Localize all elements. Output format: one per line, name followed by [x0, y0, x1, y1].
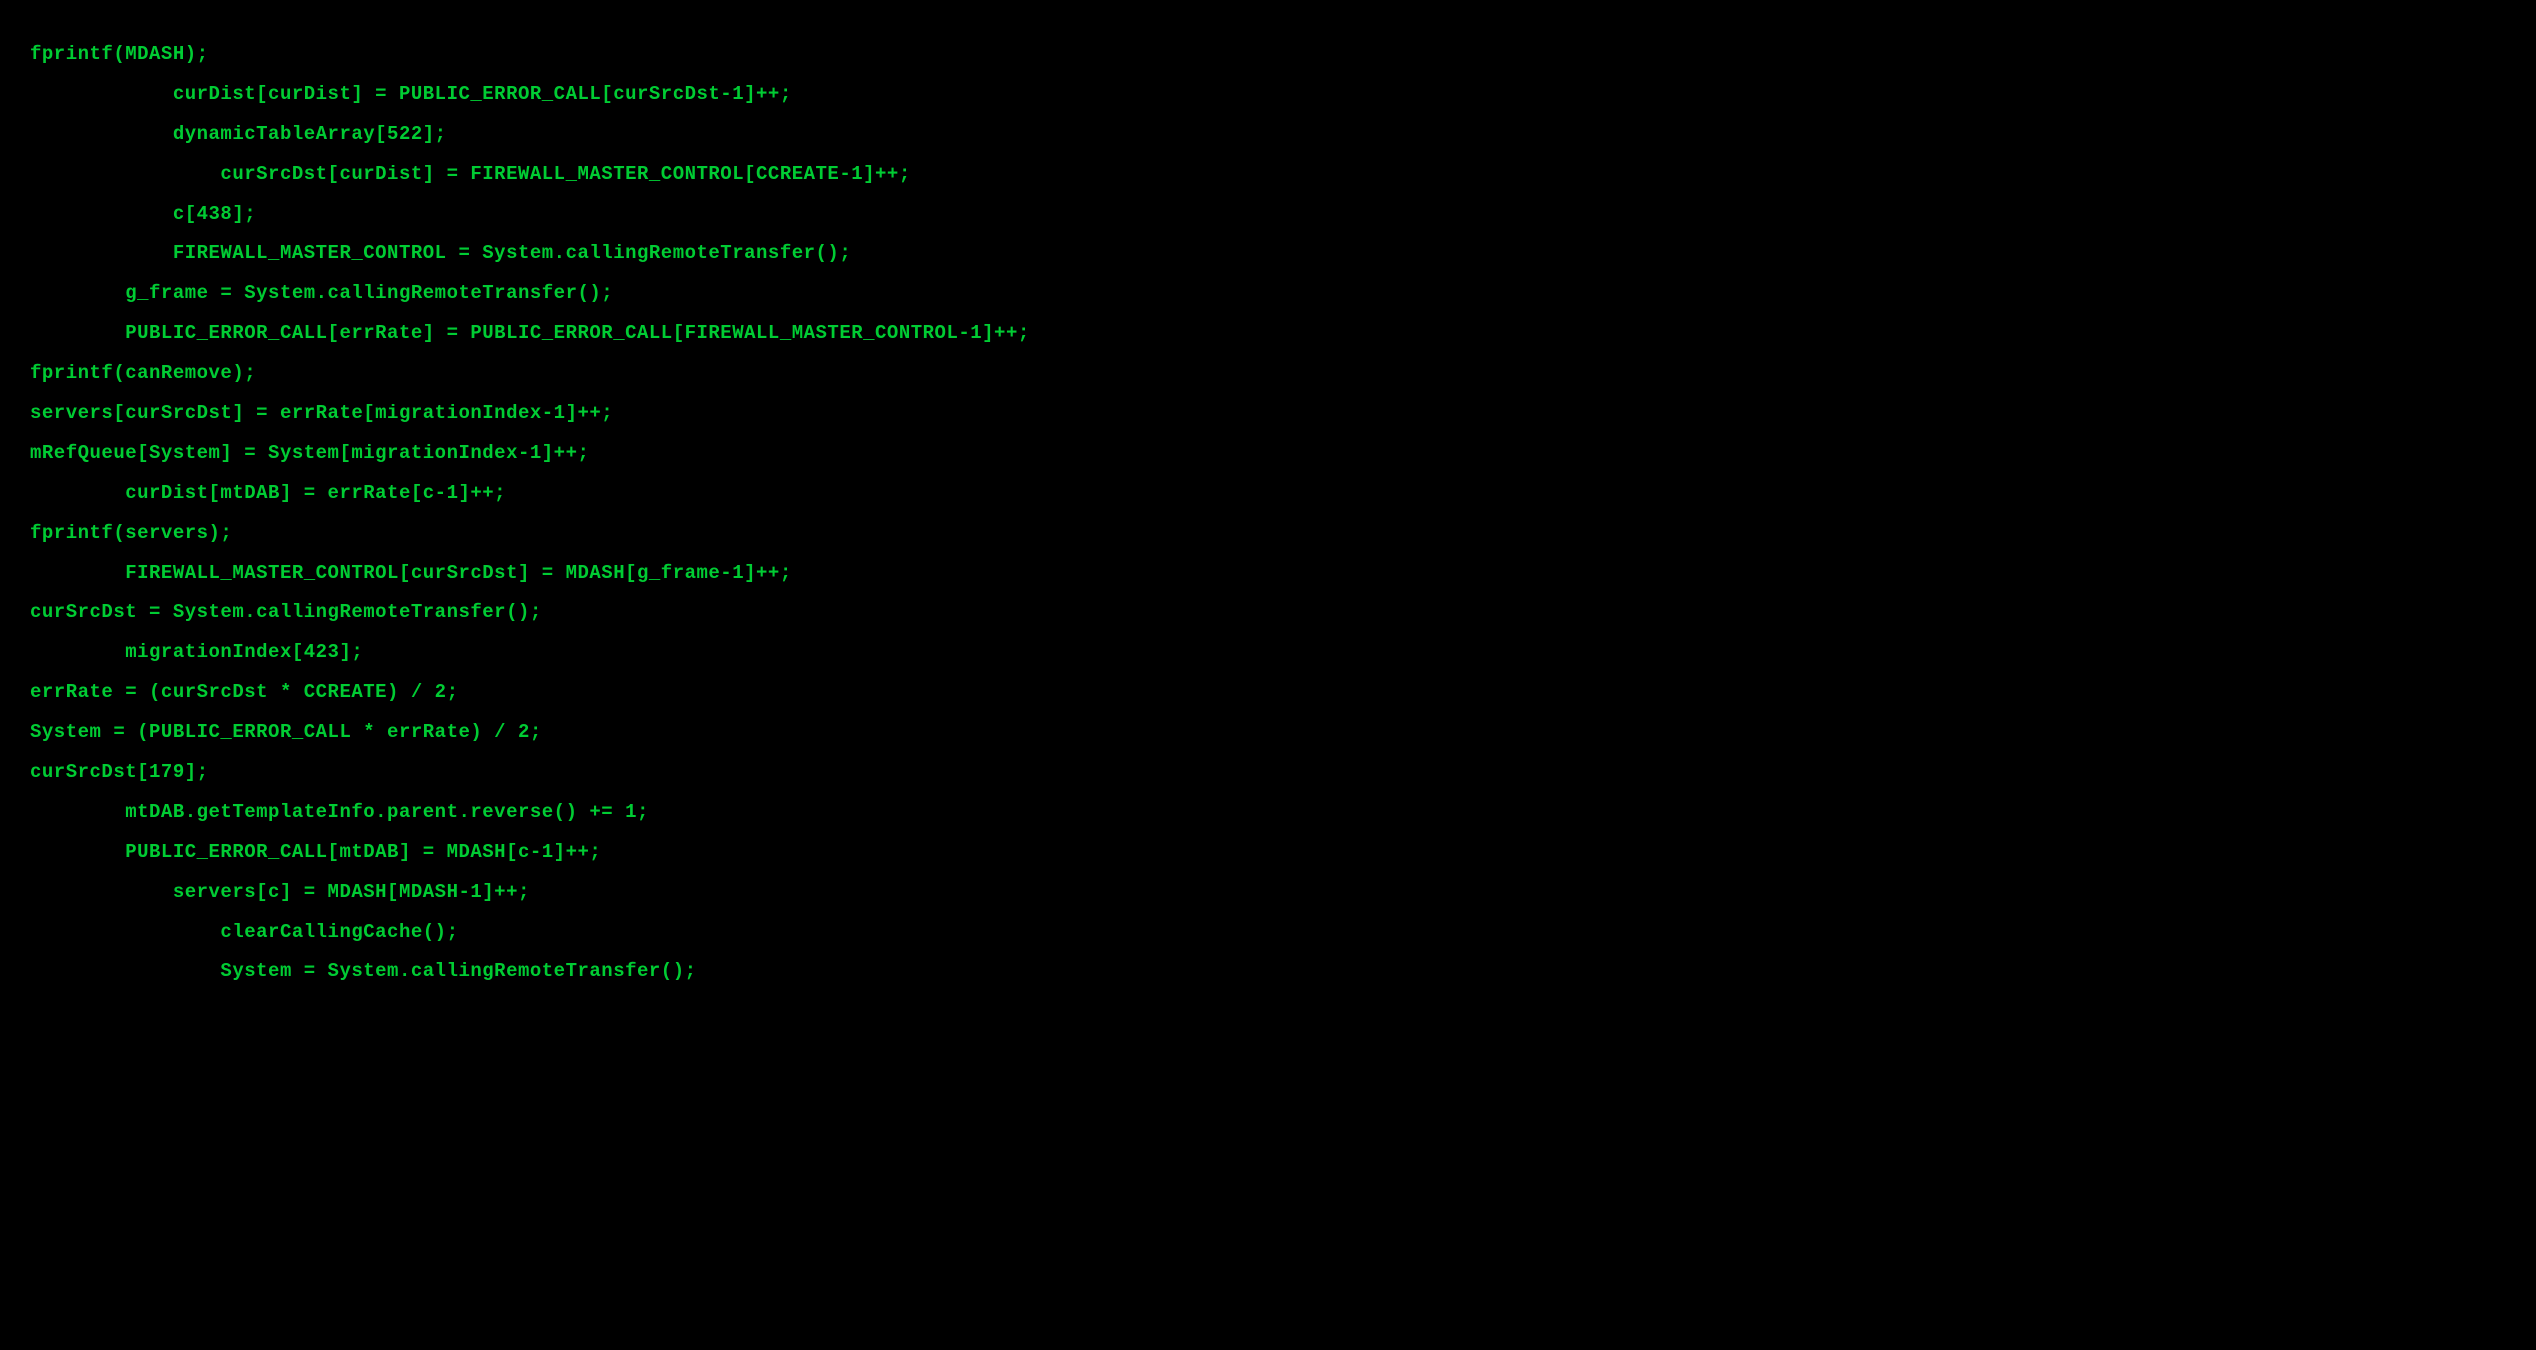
code-line: c[438];	[30, 195, 2506, 235]
code-line: curDist[mtDAB] = errRate[c-1]++;	[30, 474, 2506, 514]
code-line: dynamicTableArray[522];	[30, 115, 2506, 155]
code-line: fprintf(MDASH);	[30, 35, 2506, 75]
code-line: migrationIndex[423];	[30, 633, 2506, 673]
code-line: servers[curSrcDst] = errRate[migrationIn…	[30, 394, 2506, 434]
code-line: mRefQueue[System] = System[migrationInde…	[30, 434, 2506, 474]
code-line: clearCallingCache();	[30, 913, 2506, 953]
code-line: errRate = (curSrcDst * CCREATE) / 2;	[30, 673, 2506, 713]
code-line: g_frame = System.callingRemoteTransfer()…	[30, 274, 2506, 314]
code-line: PUBLIC_ERROR_CALL[errRate] = PUBLIC_ERRO…	[30, 314, 2506, 354]
code-line: curSrcDst = System.callingRemoteTransfer…	[30, 593, 2506, 633]
code-line: FIREWALL_MASTER_CONTROL[curSrcDst] = MDA…	[30, 554, 2506, 594]
code-line: PUBLIC_ERROR_CALL[mtDAB] = MDASH[c-1]++;	[30, 833, 2506, 873]
code-line: fprintf(canRemove);	[30, 354, 2506, 394]
code-line: curSrcDst[179];	[30, 753, 2506, 793]
code-terminal: fprintf(MDASH); curDist[curDist] = PUBLI…	[30, 35, 2506, 992]
code-line: servers[c] = MDASH[MDASH-1]++;	[30, 873, 2506, 913]
code-line: System = System.callingRemoteTransfer();	[30, 952, 2506, 992]
code-line: curDist[curDist] = PUBLIC_ERROR_CALL[cur…	[30, 75, 2506, 115]
code-line: fprintf(servers);	[30, 514, 2506, 554]
code-line: curSrcDst[curDist] = FIREWALL_MASTER_CON…	[30, 155, 2506, 195]
code-line: System = (PUBLIC_ERROR_CALL * errRate) /…	[30, 713, 2506, 753]
code-line: mtDAB.getTemplateInfo.parent.reverse() +…	[30, 793, 2506, 833]
code-line: FIREWALL_MASTER_CONTROL = System.calling…	[30, 234, 2506, 274]
